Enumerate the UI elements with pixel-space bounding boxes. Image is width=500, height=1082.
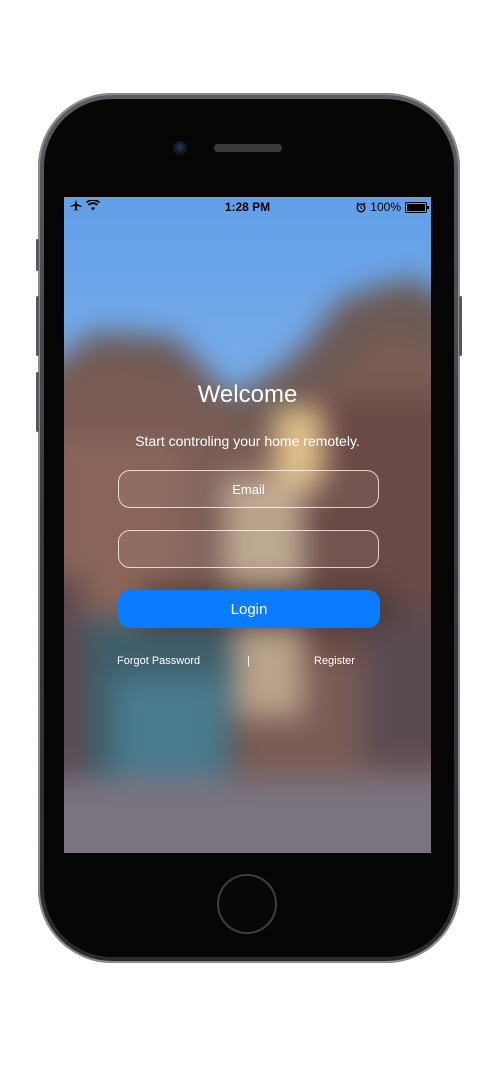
- earpiece-speaker: [214, 144, 282, 152]
- volume-up-button: [36, 296, 39, 356]
- status-bar: 1:28 PM 100%: [64, 197, 431, 217]
- battery-icon: [405, 201, 429, 213]
- login-button[interactable]: Login: [118, 590, 380, 628]
- front-camera: [173, 141, 187, 155]
- blurred-house-background: [64, 197, 431, 853]
- welcome-subtitle: Start controling your home remotely.: [135, 433, 360, 449]
- power-button: [459, 296, 462, 356]
- alarm-icon: [356, 201, 366, 212]
- password-field[interactable]: [118, 530, 379, 568]
- home-button[interactable]: [217, 874, 277, 934]
- battery-percentage: 100%: [370, 200, 401, 214]
- app-screen: 1:28 PM 100% Welcome Start controling yo…: [64, 197, 431, 853]
- forgot-password-link[interactable]: Forgot Password: [117, 655, 200, 667]
- register-link[interactable]: Register: [314, 655, 355, 667]
- volume-down-button: [36, 372, 39, 432]
- status-right-icons: 100%: [356, 200, 429, 214]
- mute-switch: [36, 239, 39, 271]
- link-divider: |: [247, 655, 250, 667]
- welcome-title: Welcome: [197, 381, 298, 408]
- email-field[interactable]: [118, 470, 379, 508]
